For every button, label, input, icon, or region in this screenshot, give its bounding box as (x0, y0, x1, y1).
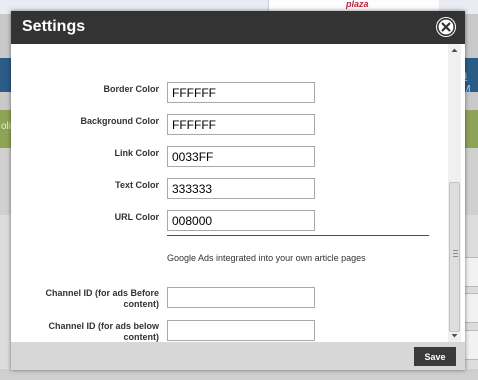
border-color-input[interactable] (167, 82, 315, 103)
link-color-label: Link Color (114, 148, 160, 158)
background-color-input[interactable] (167, 114, 315, 135)
channel-before-label: Channel ID (for ads Before content) (11, 288, 159, 310)
channel-below-label-line1: Channel ID (for ads below (48, 321, 159, 331)
channel-below-input[interactable] (167, 320, 315, 341)
channel-before-label-line2: content) (123, 299, 160, 309)
background-bottom-strip (0, 369, 478, 380)
settings-form: Border Color Background Color Link Color… (11, 44, 448, 342)
close-button[interactable] (436, 17, 456, 37)
scroll-thumb[interactable] (449, 182, 460, 332)
border-color-label: Border Color (103, 84, 159, 94)
url-color-input[interactable] (167, 210, 315, 231)
dialog-header: Settings (11, 11, 465, 44)
channel-below-label: Channel ID (for ads below content) (11, 321, 159, 342)
url-color-label: URL Color (114, 212, 159, 222)
channel-before-input[interactable] (167, 287, 315, 308)
scroll-down-button[interactable] (448, 329, 461, 342)
grip-icon (453, 250, 458, 257)
settings-dialog: Settings Border Color Background Color L… (11, 11, 465, 370)
close-circle-icon (437, 18, 455, 36)
scroll-up-button[interactable] (448, 44, 461, 57)
background-logo-text: plaza (346, 0, 369, 9)
section-divider (167, 235, 429, 236)
text-color-label: Text Color (115, 180, 159, 190)
dialog-footer: Save (11, 342, 465, 370)
dialog-title: Settings (22, 18, 86, 35)
link-color-input[interactable] (167, 146, 315, 167)
arrow-down-icon (451, 334, 458, 338)
google-ads-note: Google Ads integrated into your own arti… (167, 253, 366, 263)
save-button[interactable]: Save (414, 347, 456, 366)
background-color-label: Background Color (80, 116, 159, 126)
arrow-up-icon (451, 48, 458, 52)
channel-below-label-line2: content) (123, 332, 160, 342)
text-color-input[interactable] (167, 178, 315, 199)
form-scrollbar[interactable] (448, 44, 461, 342)
background-bar-text: oli (1, 121, 12, 132)
channel-before-label-line1: Channel ID (for ads Before (45, 288, 159, 298)
